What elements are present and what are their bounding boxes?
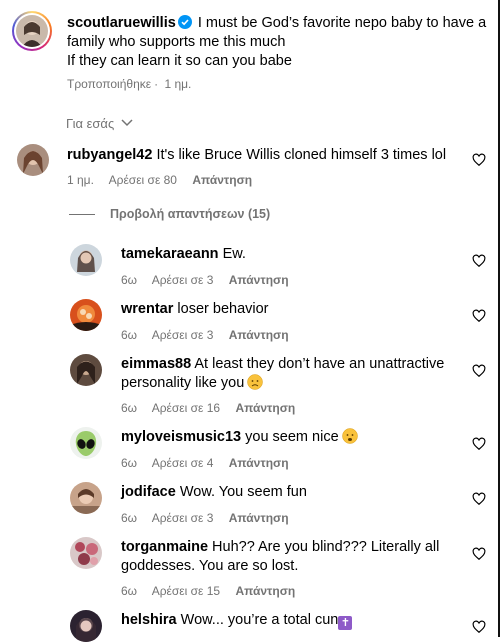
worried-face-icon: [341, 428, 358, 444]
reply-time: 6ω: [121, 584, 138, 598]
chevron-down-icon: [121, 119, 133, 127]
reply-username[interactable]: helshira: [121, 612, 177, 628]
verified-badge-icon: [177, 15, 192, 29]
reply-likes[interactable]: Αρέσει σε 3: [152, 328, 214, 342]
reply-avatar[interactable]: [70, 427, 102, 459]
comment-time: 1 ημ.: [67, 173, 94, 187]
post-author-avatar-ring[interactable]: [12, 11, 52, 51]
reply-button[interactable]: Απάντηση: [229, 273, 289, 287]
reply-button[interactable]: Απάντηση: [229, 511, 289, 525]
caption-line-3: If they can learn it so can you babe: [67, 53, 292, 69]
reply-body: you seem nice: [245, 429, 339, 445]
like-heart-icon[interactable]: [472, 620, 486, 634]
reply-username[interactable]: jodiface: [121, 484, 176, 500]
comment-username[interactable]: rubyangel42: [67, 147, 152, 163]
post-caption: scoutlaruewillis I must be God’s favorit…: [67, 14, 487, 71]
reply-text: eimmas88 At least they don’t have an una…: [121, 355, 461, 393]
reply-time: 6ω: [121, 273, 138, 287]
reply-button[interactable]: Απάντηση: [192, 173, 252, 187]
reply-meta: 6ω Αρέσει σε 4 Απάντηση: [121, 456, 301, 470]
comment-filter-dropdown[interactable]: Για εσάς: [66, 116, 133, 131]
reply-text: jodiface Wow. You seem fun: [121, 483, 461, 502]
reply-body: Ew.: [222, 246, 246, 262]
reply-time: 6ω: [121, 401, 138, 415]
reply-username[interactable]: tamekaraeann: [121, 246, 219, 262]
caption-line-1: I must be God’s favorite nepo baby to ha…: [197, 15, 487, 31]
reply-button[interactable]: Απάντηση: [229, 456, 289, 470]
reply-text: torganmaine Huh?? Are you blind??? Liter…: [121, 538, 461, 576]
reply-username[interactable]: torganmaine: [121, 539, 208, 555]
reply-text: tamekaraeann Ew.: [121, 245, 461, 264]
post-meta: Τροποποιήθηκε · 1 ημ.: [67, 77, 192, 91]
reply-likes[interactable]: Αρέσει σε 3: [152, 511, 214, 525]
comment-likes[interactable]: Αρέσει σε 80: [109, 173, 177, 187]
reply-time: 6ω: [121, 511, 138, 525]
reply-likes[interactable]: Αρέσει σε 3: [152, 273, 214, 287]
reply-avatar[interactable]: [70, 610, 102, 642]
like-heart-icon[interactable]: [472, 437, 486, 451]
reply-likes[interactable]: Αρέσει σε 4: [152, 456, 214, 470]
reply-button[interactable]: Απάντηση: [235, 401, 295, 415]
cross-emoji-icon: ✝: [338, 616, 353, 630]
like-heart-icon[interactable]: [472, 364, 486, 378]
reply-likes[interactable]: Αρέσει σε 16: [152, 401, 220, 415]
reply-button[interactable]: Απάντηση: [235, 584, 295, 598]
like-heart-icon[interactable]: [472, 547, 486, 561]
reply-username[interactable]: wrentar: [121, 301, 173, 317]
reply-body: Wow. You seem fun: [179, 484, 307, 500]
post-time: 1 ημ.: [164, 77, 192, 91]
reply-username[interactable]: eimmas88: [121, 356, 191, 372]
reply-body: Wow... you’re a total cun: [180, 612, 339, 628]
comment-meta: 1 ημ. Αρέσει σε 80 Απάντηση: [67, 173, 264, 187]
reply-text: myloveismusic13 you seem nice: [121, 428, 461, 447]
like-heart-icon[interactable]: [472, 153, 486, 167]
commenter-avatar[interactable]: [17, 144, 49, 176]
reply-meta: 6ω Αρέσει σε 16 Απάντηση: [121, 401, 307, 415]
like-heart-icon[interactable]: [472, 309, 486, 323]
reply-avatar[interactable]: [70, 482, 102, 514]
comment-body: It's like Bruce Willis cloned himself 3 …: [156, 147, 447, 163]
reply-text: helshira Wow... you’re a total cun ✝: [121, 611, 461, 630]
caption-line-2: family who supports me this much: [67, 34, 286, 50]
edited-label: Τροποποιήθηκε: [67, 77, 152, 91]
reply-body: At least they don’t have an unattractive: [194, 356, 445, 372]
view-replies-button[interactable]: Προβολή απαντήσεων (15): [110, 207, 270, 221]
reply-avatar[interactable]: [70, 299, 102, 331]
reply-likes[interactable]: Αρέσει σε 15: [152, 584, 220, 598]
reply-avatar[interactable]: [70, 354, 102, 386]
reply-meta: 6ω Αρέσει σε 3 Απάντηση: [121, 273, 301, 287]
reply-text: wrentar loser behavior: [121, 300, 461, 319]
reply-username[interactable]: myloveismusic13: [121, 429, 241, 445]
reply-body-line-2: goddesses. You are so lost.: [121, 558, 299, 574]
reply-meta: 6ω Αρέσει σε 3 Απάντηση: [121, 328, 301, 342]
like-heart-icon[interactable]: [472, 254, 486, 268]
reply-avatar[interactable]: [70, 244, 102, 276]
reply-time: 6ω: [121, 456, 138, 470]
replies-divider: [69, 214, 95, 215]
post-author-avatar: [16, 15, 48, 47]
reply-meta: 6ω Αρέσει σε 3 Απάντηση: [121, 511, 301, 525]
reply-button[interactable]: Απάντηση: [229, 328, 289, 342]
reply-avatar[interactable]: [70, 537, 102, 569]
disappointed-face-icon: [247, 374, 264, 390]
filter-label: Για εσάς: [66, 116, 115, 131]
like-heart-icon[interactable]: [472, 492, 486, 506]
reply-body: loser behavior: [177, 301, 269, 317]
comment-text: rubyangel42 It's like Bruce Willis clone…: [67, 146, 467, 165]
reply-body: Huh?? Are you blind??? Literally all: [212, 539, 440, 555]
reply-meta: 6ω Αρέσει σε 15 Απάντηση: [121, 584, 307, 598]
reply-time: 6ω: [121, 328, 138, 342]
post-author-username[interactable]: scoutlaruewillis: [67, 15, 176, 31]
reply-body-line-2: personality like you: [121, 375, 245, 391]
